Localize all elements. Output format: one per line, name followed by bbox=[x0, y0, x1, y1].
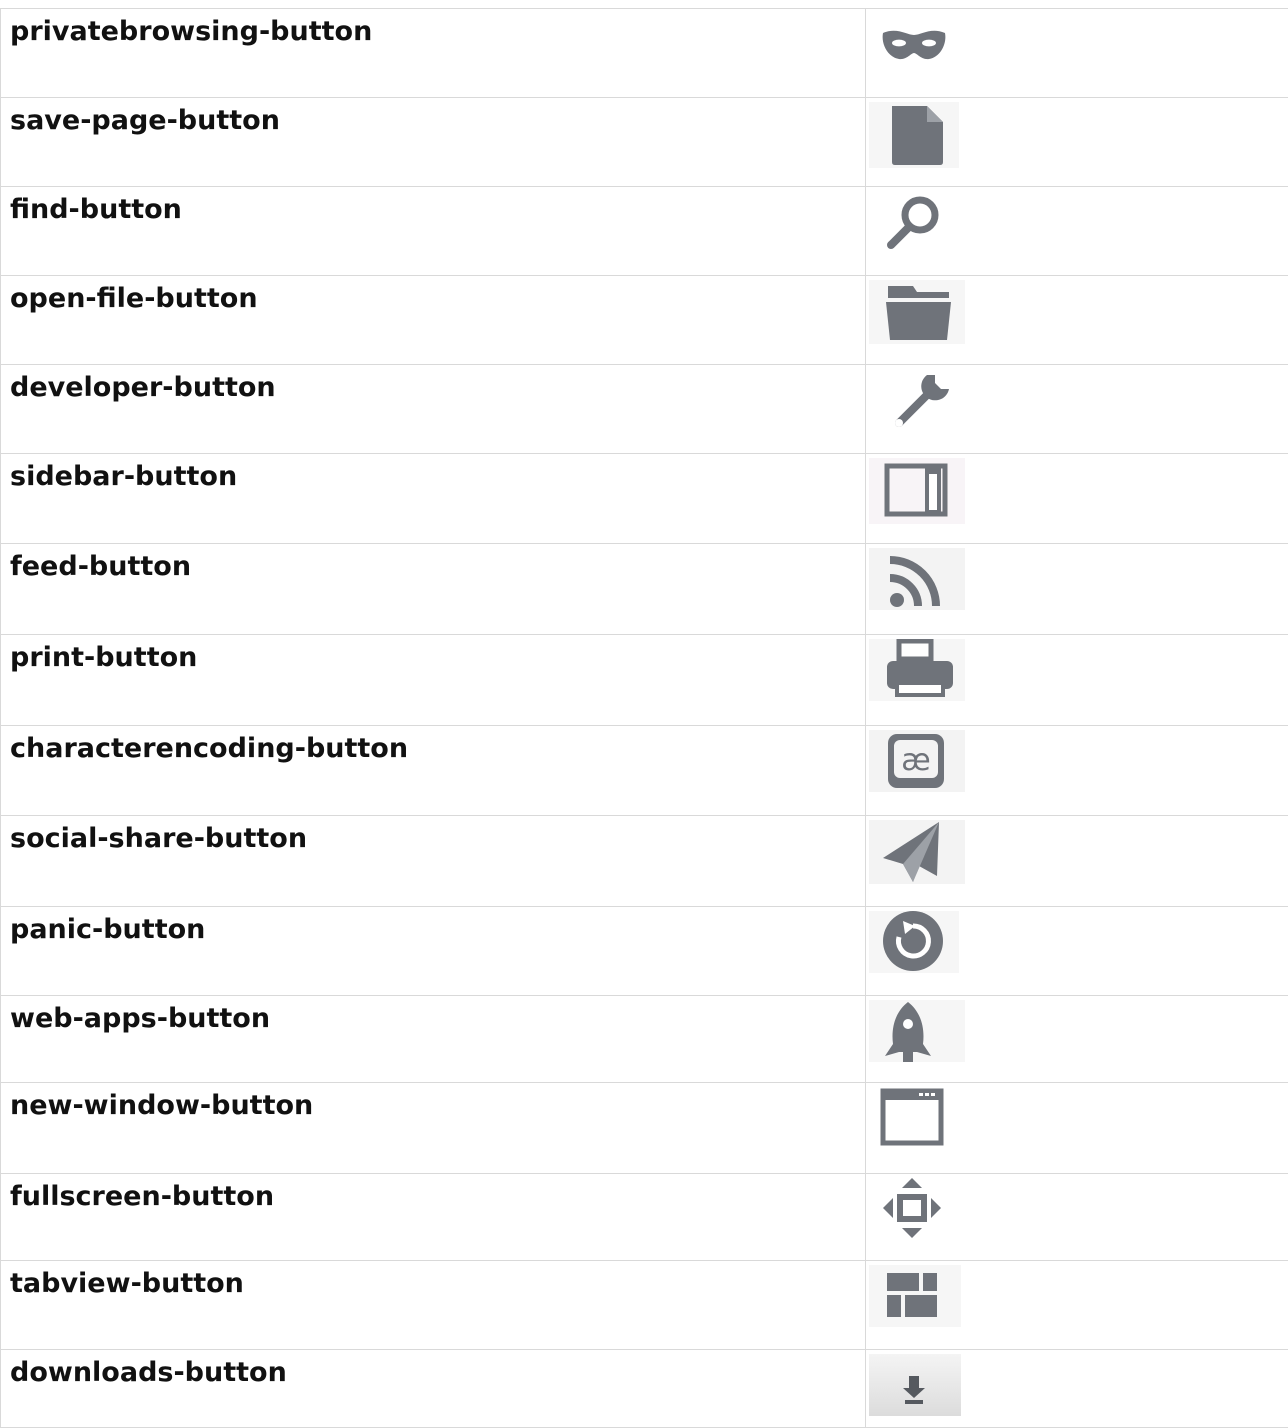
table-row: save-page-button bbox=[1, 98, 1288, 187]
button-name: developer-button bbox=[10, 372, 276, 403]
table-row: feed-button bbox=[1, 544, 1288, 635]
icon-cell bbox=[866, 187, 1288, 276]
character-encoding-ae-icon: æ bbox=[869, 730, 1288, 810]
button-name: downloads-button bbox=[10, 1357, 287, 1388]
sidebar-panel-icon bbox=[869, 458, 1288, 538]
button-name: save-page-button bbox=[10, 105, 280, 136]
button-name: characterencoding-button bbox=[10, 733, 408, 764]
button-name: open-file-button bbox=[10, 283, 258, 314]
open-file-folder-icon bbox=[869, 280, 1288, 360]
label-cell: open-file-button bbox=[1, 276, 866, 365]
private-browsing-mask-icon bbox=[869, 13, 1288, 93]
icon-cell: æ bbox=[866, 726, 1288, 816]
print-printer-icon bbox=[869, 639, 1288, 719]
button-name: feed-button bbox=[10, 551, 191, 582]
label-cell: find-button bbox=[1, 187, 866, 276]
button-icon-table: privatebrowsing-button save-page-button bbox=[0, 8, 1288, 1428]
table-row: panic-button bbox=[1, 907, 1288, 996]
social-share-paper-plane-icon bbox=[869, 820, 1288, 900]
developer-wrench-icon bbox=[869, 369, 1288, 449]
table-row: open-file-button bbox=[1, 276, 1288, 365]
table-row: print-button bbox=[1, 635, 1288, 726]
icon-cell bbox=[866, 635, 1288, 726]
table-row: fullscreen-button bbox=[1, 1174, 1288, 1261]
label-cell: feed-button bbox=[1, 544, 866, 635]
table-row: sidebar-button bbox=[1, 454, 1288, 544]
label-cell: developer-button bbox=[1, 365, 866, 454]
button-name: fullscreen-button bbox=[10, 1181, 274, 1212]
button-name: find-button bbox=[10, 194, 182, 225]
table-row: privatebrowsing-button bbox=[1, 9, 1288, 98]
button-name: new-window-button bbox=[10, 1090, 313, 1121]
button-name: privatebrowsing-button bbox=[10, 16, 372, 47]
table-row: new-window-button bbox=[1, 1083, 1288, 1174]
panic-forget-icon bbox=[869, 911, 1288, 991]
fullscreen-arrows-icon bbox=[869, 1178, 1288, 1258]
label-cell: web-apps-button bbox=[1, 996, 866, 1083]
icon-cell bbox=[866, 276, 1288, 365]
icon-cell bbox=[866, 1083, 1288, 1174]
icon-cell bbox=[866, 365, 1288, 454]
svg-text:æ: æ bbox=[901, 743, 930, 778]
label-cell: downloads-button bbox=[1, 1350, 866, 1428]
label-cell: print-button bbox=[1, 635, 866, 726]
label-cell: fullscreen-button bbox=[1, 1174, 866, 1261]
label-cell: new-window-button bbox=[1, 1083, 866, 1174]
icon-cell bbox=[866, 1261, 1288, 1350]
label-cell: social-share-button bbox=[1, 816, 866, 907]
button-name: print-button bbox=[10, 642, 197, 673]
table-row: tabview-button bbox=[1, 1261, 1288, 1350]
table-row: social-share-button bbox=[1, 816, 1288, 907]
downloads-arrow-icon bbox=[869, 1354, 1288, 1424]
table-row: developer-button bbox=[1, 365, 1288, 454]
web-apps-rocket-icon bbox=[869, 1000, 1288, 1080]
tabview-grid-icon bbox=[869, 1265, 1288, 1345]
find-magnifier-icon bbox=[869, 191, 1288, 271]
icon-cell bbox=[866, 816, 1288, 907]
button-name: panic-button bbox=[10, 914, 205, 945]
new-window-icon bbox=[869, 1087, 1288, 1167]
table-row: web-apps-button bbox=[1, 996, 1288, 1083]
icon-cell bbox=[866, 907, 1288, 996]
label-cell: save-page-button bbox=[1, 98, 866, 187]
label-cell: privatebrowsing-button bbox=[1, 9, 866, 98]
icon-cell bbox=[866, 454, 1288, 544]
label-cell: sidebar-button bbox=[1, 454, 866, 544]
label-cell: tabview-button bbox=[1, 1261, 866, 1350]
table-row: characterencoding-button æ bbox=[1, 726, 1288, 816]
button-name: social-share-button bbox=[10, 823, 307, 854]
icon-cell bbox=[866, 1174, 1288, 1261]
button-name: web-apps-button bbox=[10, 1003, 270, 1034]
icon-cell bbox=[866, 544, 1288, 635]
icon-cell bbox=[866, 996, 1288, 1083]
save-page-document-icon bbox=[869, 102, 1288, 182]
feed-rss-icon bbox=[869, 548, 1288, 628]
label-cell: characterencoding-button bbox=[1, 726, 866, 816]
table-row: find-button bbox=[1, 187, 1288, 276]
icon-cell bbox=[866, 9, 1288, 98]
button-name: sidebar-button bbox=[10, 461, 237, 492]
label-cell: panic-button bbox=[1, 907, 866, 996]
icon-cell bbox=[866, 1350, 1288, 1428]
icon-cell bbox=[866, 98, 1288, 187]
button-name: tabview-button bbox=[10, 1268, 244, 1299]
table-row: downloads-button bbox=[1, 1350, 1288, 1428]
